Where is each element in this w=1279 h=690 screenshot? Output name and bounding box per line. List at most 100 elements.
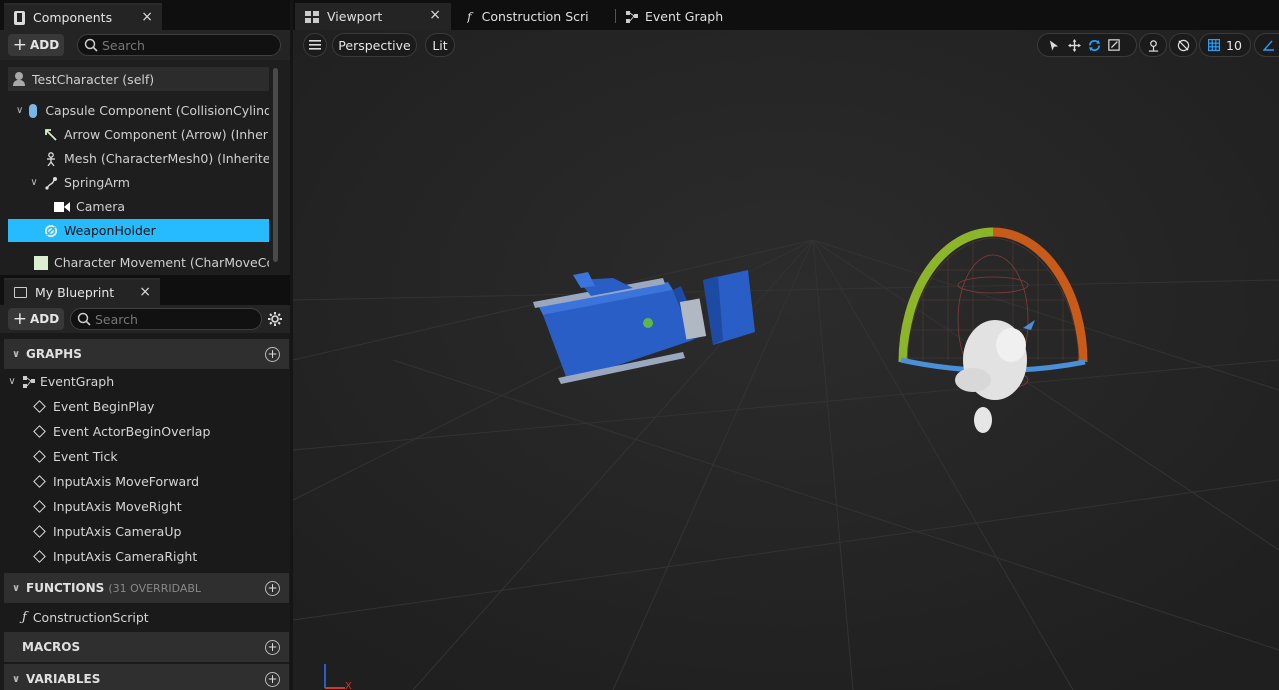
surface-snap-icon[interactable]	[1143, 36, 1163, 54]
scale-icon[interactable]	[1104, 36, 1124, 54]
viewport-scene[interactable]: X Perspective Lit 10	[293, 30, 1279, 690]
event-item-label: Event ActorBeginOverlap	[53, 424, 211, 439]
tab-my-blueprint[interactable]: My Blueprint ×	[4, 278, 160, 305]
rotation-snap-group[interactable]	[1254, 33, 1279, 57]
blueprint-search-placeholder: Search	[95, 311, 138, 327]
event-node-icon	[33, 500, 46, 513]
blueprint-search-input[interactable]: Search	[70, 308, 262, 330]
section-macros-label: MACROS	[22, 640, 81, 654]
section-graphs[interactable]: ∨ GRAPHS +	[4, 339, 289, 369]
grid-snap-group[interactable]: 10	[1199, 33, 1251, 57]
tab-components[interactable]: Components ×	[4, 3, 162, 30]
viewport-icon	[305, 10, 319, 23]
tab-construction-script[interactable]: ƒ Construction Scri	[467, 3, 597, 30]
viewport-menu-button[interactable]	[303, 33, 327, 57]
tree-item-mesh[interactable]: Mesh (CharacterMesh0) (Inherited)	[8, 147, 269, 170]
book-icon	[14, 287, 27, 298]
skeleton-icon	[47, 151, 55, 166]
search-icon	[77, 312, 91, 326]
chevron-down-icon[interactable]: ∨	[10, 583, 22, 594]
grid-snap-icon[interactable]	[1204, 36, 1224, 54]
section-functions-label: FUNCTIONS	[26, 581, 105, 595]
section-functions-count: (31 OVERRIDABL	[108, 581, 202, 595]
tree-item-arrow[interactable]: Arrow Component (Arrow) (Inherite	[8, 123, 269, 146]
event-item[interactable]: InputAxis MoveForward	[32, 469, 199, 494]
tree-item-camera[interactable]: Camera	[8, 195, 269, 218]
event-item-label: InputAxis CameraRight	[53, 549, 198, 564]
tree-root-self[interactable]: TestCharacter (self)	[8, 67, 269, 91]
tab-viewport[interactable]: Viewport ×	[295, 3, 451, 30]
components-search-placeholder: Search	[102, 37, 145, 53]
add-variable-button[interactable]: +	[265, 672, 280, 687]
tree-item-label: WeaponHolder	[64, 223, 156, 238]
tree-root-label: TestCharacter (self)	[32, 71, 155, 87]
blueprint-icon	[14, 10, 25, 25]
chevron-down-icon[interactable]: ∨	[6, 376, 18, 387]
tree-item-label: Arrow Component (Arrow) (Inherite	[64, 127, 269, 142]
add-macro-button[interactable]: +	[265, 640, 280, 655]
world-local-group	[1169, 33, 1197, 57]
camera-icon	[54, 201, 70, 212]
select-cursor-icon[interactable]	[1044, 36, 1064, 54]
surface-snap-group	[1139, 33, 1167, 57]
axis-x-label: X	[345, 681, 352, 690]
chevron-down-icon[interactable]: ∨	[10, 674, 22, 685]
close-icon[interactable]: ×	[141, 9, 153, 25]
transform-tools	[1037, 33, 1137, 57]
scene-component-icon	[45, 224, 57, 237]
add-graph-button[interactable]: +	[265, 347, 280, 362]
graph-icon	[23, 375, 35, 388]
event-item-label: Event BeginPlay	[53, 399, 155, 414]
tab-event-graph[interactable]: Event Graph	[625, 3, 735, 30]
lit-button[interactable]: Lit	[425, 33, 455, 57]
chevron-down-icon[interactable]: ∨	[10, 349, 22, 360]
plus-icon: +	[12, 35, 28, 55]
search-icon	[84, 38, 98, 52]
section-macros[interactable]: MACROS +	[4, 632, 289, 662]
add-component-button[interactable]: + ADD	[8, 34, 64, 56]
add-blueprint-button[interactable]: + ADD	[8, 308, 64, 330]
springarm-icon	[45, 176, 57, 190]
tree-item-label: Character Movement (CharMoveCom	[54, 255, 269, 270]
tree-item-springarm[interactable]: ∨ SpringArm	[8, 171, 269, 194]
rotation-snap-icon[interactable]	[1259, 36, 1279, 54]
close-icon[interactable]: ×	[139, 284, 151, 300]
world-local-icon[interactable]	[1173, 36, 1193, 54]
event-item[interactable]: InputAxis CameraUp	[32, 519, 181, 544]
left-panel: Components × + ADD Search TestCharacter …	[0, 0, 290, 690]
function-item-constructionscript[interactable]: ƒ ConstructionScript	[22, 605, 149, 630]
event-item[interactable]: InputAxis MoveRight	[32, 494, 182, 519]
rotate-icon[interactable]	[1084, 36, 1104, 54]
perspective-button[interactable]: Perspective	[332, 33, 417, 57]
chevron-down-icon[interactable]: ∨	[16, 105, 23, 116]
event-item-label: InputAxis MoveRight	[53, 499, 182, 514]
event-item[interactable]: Event BeginPlay	[32, 394, 154, 419]
chevron-down-icon[interactable]: ∨	[28, 177, 40, 188]
components-search-input[interactable]: Search	[77, 34, 281, 56]
tab-components-label: Components	[33, 10, 113, 25]
event-item-label: InputAxis MoveForward	[53, 474, 200, 489]
camera-mesh[interactable]	[523, 260, 763, 395]
move-icon[interactable]	[1064, 36, 1084, 54]
gear-icon[interactable]	[267, 311, 283, 327]
event-item[interactable]: Event Tick	[32, 444, 118, 469]
capsule-icon	[29, 103, 38, 118]
section-variables[interactable]: ∨ VARIABLES +	[4, 664, 289, 690]
tree-item-capsule[interactable]: ∨ Capsule Component (CollisionCylinde	[8, 99, 269, 122]
character-mesh-with-gizmo[interactable]	[893, 220, 1093, 450]
tab-viewport-label: Viewport	[327, 9, 383, 24]
tab-event-graph-label: Event Graph	[645, 9, 724, 24]
event-item[interactable]: InputAxis CameraRight	[32, 544, 197, 569]
section-functions[interactable]: ∨ FUNCTIONS (31 OVERRIDABL +	[4, 573, 289, 603]
tree-item-weaponholder[interactable]: WeaponHolder	[8, 219, 269, 242]
event-item[interactable]: Event ActorBeginOverlap	[32, 419, 210, 444]
tree-item-charactermovement[interactable]: Character Movement (CharMoveCom	[8, 251, 269, 274]
graph-item-eventgraph[interactable]: ∨ EventGraph	[6, 369, 114, 394]
add-component-label: ADD	[30, 38, 60, 52]
tree-item-label: SpringArm	[64, 175, 130, 190]
close-icon[interactable]: ×	[429, 7, 441, 23]
components-scrollbar[interactable]	[273, 68, 278, 262]
event-node-icon	[33, 525, 46, 538]
hamburger-icon	[309, 40, 321, 50]
add-function-button[interactable]: +	[265, 581, 280, 596]
